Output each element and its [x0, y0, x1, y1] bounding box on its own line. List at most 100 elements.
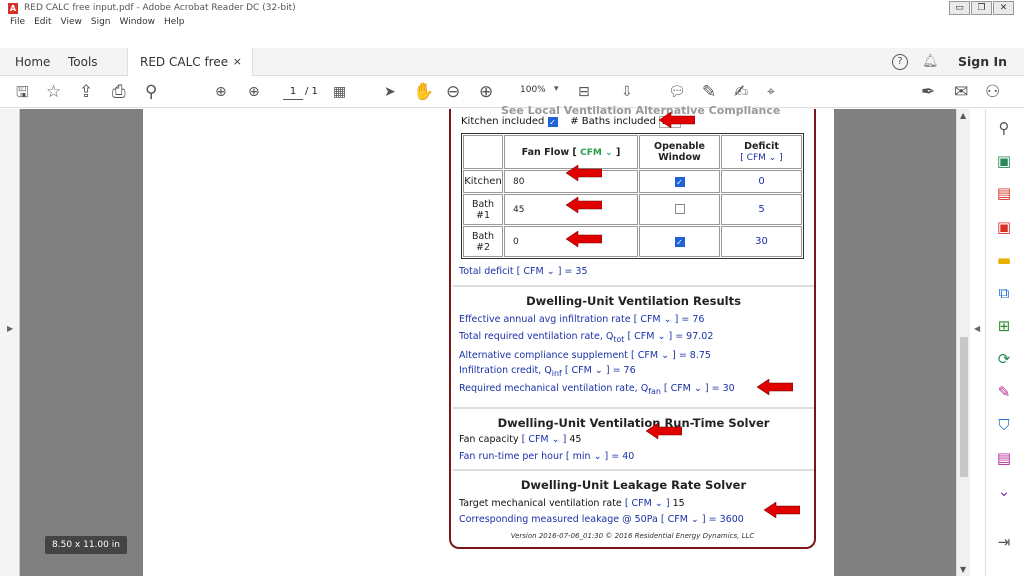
fill-sign-tool-icon[interactable]: ✎ — [993, 381, 1015, 403]
eff-infil-unit-select[interactable]: CFM — [640, 314, 660, 325]
zoom-out-search-icon[interactable]: ⚲ — [145, 81, 157, 103]
left-panel-toggle[interactable]: ▶ — [0, 109, 20, 576]
scan-ocr-icon[interactable]: ⟳ — [993, 348, 1015, 370]
menu-window[interactable]: Window — [120, 17, 156, 31]
bath1-window-cell — [639, 194, 720, 225]
fill-sign-icon[interactable]: ✒ — [921, 81, 935, 103]
organize-pages-icon[interactable]: ▤ — [993, 182, 1015, 204]
tab-home[interactable]: Home — [15, 48, 50, 76]
save-icon[interactable]: 🖫 — [16, 81, 29, 103]
infil-credit-unit-select[interactable]: CFM — [572, 365, 592, 376]
total-req-label: Total required ventilation rate, Q — [459, 331, 614, 342]
comment-icon[interactable]: 💬︎ — [668, 81, 686, 103]
print-icon[interactable]: ⎙ — [112, 81, 126, 103]
select-cursor-icon[interactable]: ➤ — [384, 81, 396, 103]
collapse-right-icon[interactable]: ◀ — [974, 324, 980, 333]
tab-tools[interactable]: Tools — [68, 48, 98, 76]
fan-capacity-input[interactable]: 45 — [569, 434, 581, 445]
table-row-kitchen: Kitchen 80 ✓ 0 — [463, 170, 802, 193]
zoom-in-icon[interactable]: ⊕ — [479, 81, 493, 103]
target-unit-select[interactable]: CFM — [632, 498, 652, 509]
previous-page-icon[interactable]: ⊕ — [215, 81, 227, 103]
alt-supp-unit-select[interactable]: CFM — [638, 350, 658, 361]
document-viewer: ▶ See Local Ventilation Alternative Comp… — [0, 104, 1024, 576]
infil-credit-label: Infiltration credit, Q — [459, 365, 552, 376]
scroll-up-icon[interactable]: ▲ — [960, 111, 966, 120]
deficit-unit-select[interactable]: CFM — [747, 153, 766, 163]
comment-tool-icon[interactable]: ▬ — [993, 249, 1015, 271]
bath1-window-checkbox[interactable] — [674, 203, 685, 214]
zoom-level[interactable]: 100% — [520, 85, 546, 95]
scrollbar-thumb[interactable] — [960, 337, 968, 477]
search-zoom-icon[interactable]: ⚲ — [993, 117, 1015, 139]
restore-button[interactable]: ❐ — [971, 1, 992, 15]
help-icon[interactable]: ? — [892, 54, 908, 70]
fan-runtime-value: = 40 — [611, 451, 635, 462]
expand-left-icon[interactable]: ▶ — [7, 324, 13, 333]
create-pdf-icon[interactable]: ▣ — [993, 216, 1015, 238]
kitchen-window-checkbox[interactable]: ✓ — [674, 177, 685, 187]
menu-edit[interactable]: Edit — [34, 17, 51, 31]
collapse-pane-icon[interactable]: ⇥ — [993, 531, 1015, 553]
menu-view[interactable]: View — [61, 17, 82, 31]
bookmark-star-icon[interactable]: ☆ — [46, 81, 61, 103]
export-pdf-icon[interactable]: ▣ — [993, 150, 1015, 172]
share-tag-icon[interactable]: ⌖ — [767, 81, 775, 103]
page-size-label: 8.50 x 11.00 in — [45, 536, 127, 554]
fit-page-icon[interactable]: ⊟ — [578, 81, 590, 103]
scroll-mode-icon[interactable]: ⇩ — [621, 81, 633, 103]
measured-leakage-value: = 3600 — [708, 514, 744, 525]
close-window-button[interactable]: ✕ — [993, 1, 1014, 15]
notification-bell-icon[interactable]: 🔔︎ — [922, 54, 939, 69]
page-thumbnails-icon[interactable]: ▦ — [333, 81, 346, 103]
measured-leakage-label: Corresponding measured leakage @ 50Pa — [459, 514, 658, 525]
red-arrow-bath1-flow — [566, 197, 602, 213]
version-footer: Version 2016-07-06_01:30 © 2016 Resident… — [510, 532, 755, 540]
fan-flow-unit-select[interactable]: CFM — [580, 148, 602, 158]
tab-close-icon[interactable]: × — [233, 48, 242, 76]
upload-cloud-icon[interactable]: ⇪ — [79, 81, 93, 103]
fan-capacity-label: Fan capacity — [459, 434, 519, 445]
scroll-down-icon[interactable]: ▼ — [960, 565, 966, 574]
menu-file[interactable]: File — [10, 17, 25, 31]
req-mech-value: = 30 — [711, 383, 735, 394]
menu-help[interactable]: Help — [164, 17, 185, 31]
total-deficit-unit-select[interactable]: CFM — [523, 266, 543, 277]
share-user-icon[interactable]: ⚇ — [985, 81, 1000, 103]
red-arrow-fan-capacity — [646, 423, 682, 439]
chevron-down-icon[interactable]: ▾ — [554, 84, 559, 94]
mail-icon[interactable]: ✉ — [954, 81, 968, 103]
table-row-bath-2: Bath #2 0 ✓ 30 — [463, 226, 802, 257]
total-req-value: = 97.02 — [675, 331, 714, 342]
total-req-unit-select[interactable]: CFM — [634, 331, 654, 342]
sign-in-button[interactable]: Sign In — [958, 48, 1007, 76]
highlight-pen-icon[interactable]: ✎ — [702, 81, 716, 103]
target-line: Target mechanical ventilation rate [ CFM… — [459, 498, 685, 509]
right-panel-toggle[interactable]: ◀ — [971, 109, 985, 576]
eff-infil-label: Effective annual avg infiltration rate — [459, 314, 631, 325]
bath2-window-checkbox[interactable]: ✓ — [674, 237, 685, 247]
target-input[interactable]: 15 — [673, 498, 685, 509]
measured-leakage-unit-select[interactable]: CFM — [668, 514, 688, 525]
fan-runtime-unit-select[interactable]: min — [573, 451, 591, 462]
vertical-scrollbar[interactable]: ▲ ▼ — [956, 109, 970, 576]
req-mech-unit-select[interactable]: CFM — [671, 383, 691, 394]
protect-shield-icon[interactable]: ⛉ — [993, 414, 1015, 436]
kitchen-included-checkbox[interactable]: ✓ — [547, 117, 558, 127]
more-tools-icon[interactable]: ⌄ — [993, 480, 1015, 502]
compress-icon[interactable]: ⊞ — [993, 315, 1015, 337]
combine-files-icon[interactable]: ⧉ — [993, 282, 1015, 304]
page-number-input[interactable]: 1 — [283, 84, 303, 100]
fan-runtime-line: Fan run-time per hour [ min ⌄ ] = 40 — [459, 451, 635, 462]
runtime-title: Dwelling-Unit Ventilation Run-Time Solve… — [497, 416, 770, 430]
fan-capacity-unit-select[interactable]: CFM — [528, 434, 548, 445]
tab-document[interactable]: RED CALC free inp... × — [127, 48, 253, 97]
hand-tool-icon[interactable]: ✋ — [413, 81, 434, 103]
zoom-out-icon[interactable]: ⊖ — [446, 81, 460, 103]
menu-sign[interactable]: Sign — [91, 17, 111, 31]
forms-icon[interactable]: ▤ — [993, 447, 1015, 469]
minimize-button[interactable]: ▭ — [949, 1, 970, 15]
document-canvas: See Local Ventilation Alternative Compli… — [20, 104, 957, 576]
sign-pen-icon[interactable]: ✍ — [734, 81, 748, 103]
next-page-icon[interactable]: ⊕ — [248, 81, 260, 103]
